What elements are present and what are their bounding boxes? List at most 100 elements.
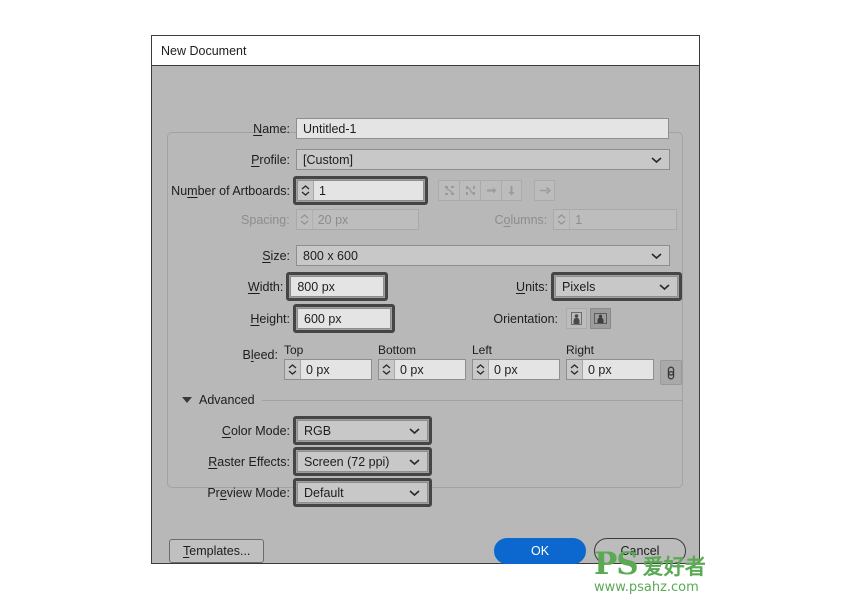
profile-value: [Custom] bbox=[303, 153, 353, 167]
preview-mode-value: Default bbox=[304, 486, 344, 500]
units-focus-ring: Pixels bbox=[551, 272, 682, 301]
watermark-ps-text: PS bbox=[594, 549, 638, 580]
units-value: Pixels bbox=[562, 280, 595, 294]
artboards-value: 1 bbox=[314, 181, 423, 200]
artboard-layout-group bbox=[438, 180, 522, 201]
height-input[interactable]: 600 px bbox=[297, 308, 391, 329]
dialog-title: New Document bbox=[161, 44, 246, 58]
orientation-toggle-group bbox=[566, 308, 611, 329]
preview-mode-select[interactable]: Default bbox=[297, 482, 428, 503]
disclosure-triangle-icon[interactable] bbox=[182, 397, 192, 403]
portrait-icon[interactable] bbox=[566, 308, 587, 329]
bleed-right-spinner[interactable]: 0 px bbox=[566, 359, 654, 380]
size-select[interactable]: 800 x 600 bbox=[296, 245, 670, 266]
watermark-url: www.psahz.com bbox=[594, 581, 840, 594]
ok-button[interactable]: OK bbox=[494, 538, 586, 564]
templates-button-label: Templates... bbox=[183, 544, 250, 558]
spacing-value: 20 px bbox=[313, 210, 419, 229]
bleed-left-spinner[interactable]: 0 px bbox=[472, 359, 560, 380]
size-value: 800 x 600 bbox=[303, 249, 358, 263]
arrange-by-column-icon[interactable] bbox=[501, 180, 522, 201]
name-label: Name: bbox=[152, 122, 290, 136]
color-mode-row: Color Mode: RGB bbox=[152, 416, 677, 445]
dialog-titlebar: New Document bbox=[152, 36, 699, 66]
profile-row: Profile: [Custom] bbox=[152, 149, 677, 170]
name-value: Untitled-1 bbox=[303, 122, 357, 136]
bleed-right-caption: Right bbox=[566, 343, 654, 357]
bleed-left-group: Left 0 px bbox=[472, 343, 560, 385]
artboards-spinner[interactable]: 1 bbox=[297, 180, 424, 201]
width-row: Width: 800 px Units: Pixels bbox=[152, 272, 682, 301]
site-watermark: PS 爱好者 www.psahz.com bbox=[594, 549, 840, 595]
bleed-bottom-caption: Bottom bbox=[378, 343, 466, 357]
advanced-label: Advanced bbox=[199, 393, 255, 407]
landscape-icon[interactable] bbox=[590, 308, 611, 329]
bleed-bottom-group: Bottom 0 px bbox=[378, 343, 466, 385]
bleed-top-value: 0 px bbox=[301, 360, 371, 379]
chevron-down-icon bbox=[651, 252, 662, 259]
preview-mode-focus-ring: Default bbox=[293, 478, 432, 507]
raster-effects-focus-ring: Screen (72 ppi) bbox=[293, 447, 432, 476]
preview-mode-label: Preview Mode: bbox=[152, 486, 290, 500]
chevron-down-icon bbox=[659, 283, 670, 290]
units-select[interactable]: Pixels bbox=[555, 276, 678, 297]
bleed-top-group: Top 0 px bbox=[284, 343, 372, 385]
dialog-body: Name: Untitled-1 Profile: [Custom] Numbe… bbox=[152, 66, 699, 564]
artboards-label: Number of Artboards: bbox=[152, 184, 290, 198]
spinner-arrows-icon bbox=[554, 210, 570, 229]
bleed-link-wrap bbox=[660, 343, 682, 385]
bleed-bottom-spinner[interactable]: 0 px bbox=[378, 359, 466, 380]
spinner-arrows-icon[interactable] bbox=[567, 360, 583, 379]
size-label: Size: bbox=[152, 249, 290, 263]
spinner-arrows-icon[interactable] bbox=[285, 360, 301, 379]
bleed-row: Bleed: Top 0 px Bottom bbox=[152, 343, 682, 385]
advanced-section-header[interactable]: Advanced bbox=[182, 393, 683, 407]
raster-effects-select[interactable]: Screen (72 ppi) bbox=[297, 451, 428, 472]
size-row: Size: 800 x 600 bbox=[152, 245, 677, 266]
chevron-down-icon bbox=[409, 458, 420, 465]
profile-label: Profile: bbox=[152, 153, 290, 167]
color-mode-focus-ring: RGB bbox=[293, 416, 432, 445]
columns-spinner: 1 bbox=[553, 209, 677, 230]
right-to-left-icon[interactable] bbox=[534, 180, 555, 201]
chevron-down-icon bbox=[409, 489, 420, 496]
orientation-label: Orientation: bbox=[488, 312, 558, 326]
height-value: 600 px bbox=[304, 312, 342, 326]
bleed-left-caption: Left bbox=[472, 343, 560, 357]
new-document-dialog: New Document Name: Untitled-1 Profile: [… bbox=[151, 35, 700, 564]
spinner-arrows-icon[interactable] bbox=[473, 360, 489, 379]
bleed-right-value: 0 px bbox=[583, 360, 653, 379]
bleed-left-value: 0 px bbox=[489, 360, 559, 379]
profile-select[interactable]: [Custom] bbox=[296, 149, 670, 170]
width-focus-ring: 800 px bbox=[286, 272, 388, 301]
spinner-arrows-icon[interactable] bbox=[298, 181, 314, 200]
advanced-divider bbox=[262, 400, 683, 401]
arrange-by-row-icon[interactable] bbox=[480, 180, 501, 201]
name-row: Name: Untitled-1 bbox=[152, 118, 677, 139]
name-input[interactable]: Untitled-1 bbox=[296, 118, 669, 139]
bleed-top-spinner[interactable]: 0 px bbox=[284, 359, 372, 380]
width-label: Width: bbox=[152, 280, 283, 294]
color-mode-select[interactable]: RGB bbox=[297, 420, 428, 441]
height-row: Height: 600 px Orientation: bbox=[152, 304, 682, 333]
ok-button-label: OK bbox=[531, 544, 549, 558]
spinner-arrows-icon[interactable] bbox=[379, 360, 395, 379]
raster-effects-row: Raster Effects: Screen (72 ppi) bbox=[152, 447, 677, 476]
spacing-row: Spacing: 20 px Columns: 1 bbox=[152, 209, 677, 230]
columns-label: Columns: bbox=[467, 213, 547, 227]
templates-button-label-wrap: Templates... bbox=[169, 539, 264, 563]
height-label: Height: bbox=[152, 312, 290, 326]
grid-by-row-icon[interactable] bbox=[438, 180, 459, 201]
watermark-logo-row: PS 爱好者 bbox=[594, 549, 840, 580]
preview-mode-row: Preview Mode: Default bbox=[152, 478, 677, 507]
color-mode-label: Color Mode: bbox=[152, 424, 290, 438]
templates-button[interactable]: Templates... bbox=[169, 539, 264, 563]
columns-value: 1 bbox=[570, 210, 676, 229]
grid-by-column-icon[interactable] bbox=[459, 180, 480, 201]
bleed-top-caption: Top bbox=[284, 343, 372, 357]
width-input[interactable]: 800 px bbox=[290, 276, 384, 297]
chevron-down-icon bbox=[409, 427, 420, 434]
link-bleed-icon[interactable] bbox=[660, 360, 682, 385]
raster-effects-value: Screen (72 ppi) bbox=[304, 455, 389, 469]
bleed-fields: Top 0 px Bottom bbox=[284, 343, 682, 385]
